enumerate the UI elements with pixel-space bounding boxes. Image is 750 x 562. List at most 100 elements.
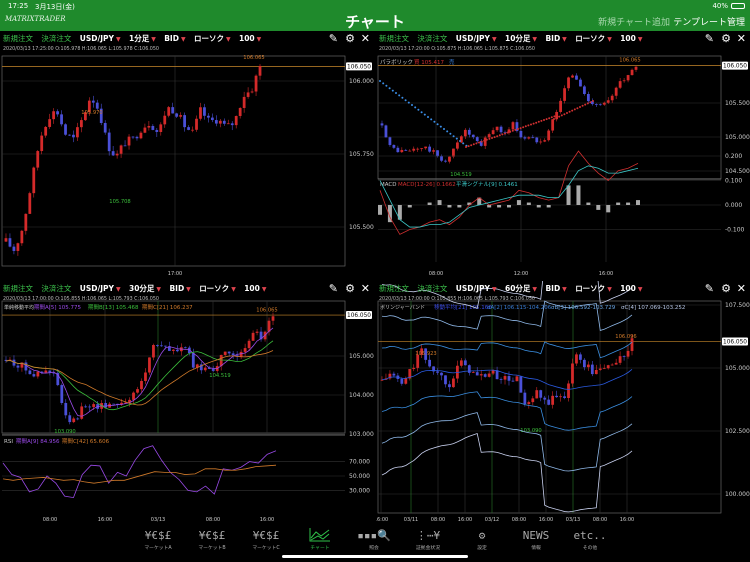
candle bbox=[606, 100, 610, 103]
macd-histogram-bar bbox=[457, 205, 462, 208]
candle bbox=[24, 213, 28, 231]
period-select[interactable]: 60分足 ▼ bbox=[505, 284, 537, 293]
settle-order-button[interactable]: 決済注文 bbox=[41, 284, 71, 293]
new-order-button[interactable]: 新規注文 bbox=[3, 34, 33, 43]
pencil-icon[interactable]: ✎ bbox=[329, 31, 338, 47]
chart-canvas[interactable]: 105.000 104.000 103.000 106.050 106.065 103.0… bbox=[0, 281, 374, 525]
new-order-button[interactable]: 新規注文 bbox=[379, 34, 409, 43]
indicator-name: 単純移動平均 bbox=[4, 304, 34, 311]
tab-9[interactable]: etc.. その他 bbox=[565, 528, 615, 551]
tab-4[interactable]: チャート bbox=[295, 528, 345, 551]
close-icon[interactable]: ✕ bbox=[737, 31, 746, 47]
candle bbox=[247, 340, 251, 349]
tab-7[interactable]: ⚙ 設定 bbox=[457, 528, 507, 551]
gear-icon[interactable]: ⚙ bbox=[721, 31, 731, 47]
sar-dot bbox=[433, 120, 436, 123]
settle-order-button[interactable]: 決済注文 bbox=[417, 34, 447, 43]
candle bbox=[547, 399, 551, 405]
dropdown-icon: ▼ bbox=[156, 286, 162, 293]
tab-8[interactable]: NEWS 情報 bbox=[511, 528, 561, 551]
period-select[interactable]: 30分足 ▼ bbox=[129, 284, 161, 293]
count-select[interactable]: 100 ▼ bbox=[620, 284, 642, 293]
macd-histogram-bar bbox=[427, 202, 432, 205]
sar-dot bbox=[573, 108, 576, 111]
sar-dot bbox=[452, 135, 455, 138]
period-select[interactable]: 10分足 ▼ bbox=[505, 34, 537, 43]
chart-canvas[interactable]: 107.500 105.000 102.500 100.000 106.050 106.0… bbox=[376, 281, 750, 525]
candle bbox=[68, 415, 72, 423]
candle bbox=[511, 122, 515, 130]
tab-3[interactable]: ¥€$£ マーケットC bbox=[241, 528, 291, 551]
tab-6[interactable]: ⋮⋯¥ 証拠金状況 bbox=[403, 528, 453, 551]
candle bbox=[76, 127, 79, 138]
y-tick-label: 105.000 bbox=[349, 353, 374, 360]
candle bbox=[448, 384, 451, 388]
ohlc-info: 2020/03/13 17:25:00 O:105.978 H:106.065 … bbox=[3, 47, 159, 52]
tab-1[interactable]: ¥€$£ マーケットA bbox=[133, 528, 183, 551]
x-tick-label: 08:00 bbox=[593, 517, 607, 523]
home-indicator bbox=[282, 555, 468, 558]
sar-dot bbox=[470, 144, 473, 147]
settle-order-button[interactable]: 決済注文 bbox=[41, 34, 71, 43]
settle-order-button[interactable]: 決済注文 bbox=[417, 284, 447, 293]
chart-type-select[interactable]: ローソク ▼ bbox=[575, 284, 612, 293]
sar-dot bbox=[571, 109, 574, 112]
add-chart-button[interactable]: 新規チャート追加 bbox=[598, 15, 670, 28]
side-select[interactable]: BID ▼ bbox=[545, 284, 566, 293]
pair-select[interactable]: USD/JPY ▼ bbox=[80, 34, 121, 43]
candle bbox=[586, 364, 590, 368]
candle bbox=[152, 345, 155, 358]
tab-2[interactable]: ¥€$£ マーケットB bbox=[187, 528, 237, 551]
count-select[interactable]: 100 ▼ bbox=[244, 284, 266, 293]
pencil-icon[interactable]: ✎ bbox=[705, 31, 714, 47]
count-select[interactable]: 100 ▼ bbox=[239, 34, 261, 43]
gear-icon[interactable]: ⚙ bbox=[345, 31, 355, 47]
pencil-icon[interactable]: ✎ bbox=[705, 281, 714, 297]
period-select[interactable]: 1分足 ▼ bbox=[129, 34, 156, 43]
new-order-button[interactable]: 新規注文 bbox=[3, 284, 33, 293]
sar-dot bbox=[391, 89, 394, 92]
close-icon[interactable]: ✕ bbox=[361, 31, 370, 47]
candle bbox=[32, 167, 36, 194]
pair-select[interactable]: USD/JPY ▼ bbox=[80, 284, 121, 293]
y-tick-label: -0.100 bbox=[725, 227, 745, 234]
template-manage-button[interactable]: テンプレート管理 bbox=[673, 15, 745, 28]
tab-5[interactable]: ▪▪▪🔍 照会 bbox=[349, 528, 399, 551]
chart-type-select[interactable]: ローソク ▼ bbox=[194, 34, 231, 43]
y-tick-label: 106.000 bbox=[349, 78, 374, 85]
pair-select[interactable]: USD/JPY ▼ bbox=[456, 284, 497, 293]
candle bbox=[487, 373, 491, 377]
candle bbox=[88, 406, 92, 408]
gear-icon[interactable]: ⚙ bbox=[345, 281, 355, 297]
candle bbox=[440, 372, 443, 376]
close-icon[interactable]: ✕ bbox=[361, 281, 370, 297]
x-tick-label: 03/13 bbox=[566, 517, 580, 523]
chart-type-select[interactable]: ローソク ▼ bbox=[199, 284, 236, 293]
period-value: 30分足 bbox=[128, 284, 155, 293]
candle bbox=[80, 406, 84, 419]
count-select[interactable]: 100 ▼ bbox=[620, 34, 642, 43]
side-select[interactable]: BID ▼ bbox=[164, 34, 185, 43]
pencil-icon[interactable]: ✎ bbox=[329, 281, 338, 297]
candle bbox=[420, 148, 424, 150]
y-tick-label: 105.000 bbox=[725, 365, 750, 372]
new-order-button[interactable]: 新規注文 bbox=[379, 284, 409, 293]
macd-histogram-bar bbox=[437, 200, 442, 205]
sar-dot bbox=[506, 131, 509, 134]
chart-type-select[interactable]: ローソク ▼ bbox=[575, 34, 612, 43]
plot-frame bbox=[1, 55, 346, 267]
chart-canvas[interactable]: 105.500 105.000 104.500 106.050 106.065 104.5… bbox=[376, 31, 750, 280]
side-select[interactable]: BID ▼ bbox=[545, 34, 566, 43]
close-icon[interactable]: ✕ bbox=[737, 281, 746, 297]
gear-icon[interactable]: ⚙ bbox=[721, 281, 731, 297]
chart-type-value: ローソク bbox=[575, 34, 606, 43]
x-tick-label: 08:00 bbox=[431, 517, 445, 523]
side-select[interactable]: BID ▼ bbox=[169, 284, 190, 293]
sar-dot bbox=[545, 118, 548, 121]
candle bbox=[238, 107, 242, 116]
candle bbox=[24, 362, 28, 371]
chart-canvas[interactable]: 106.000 105.750 105.500 106.050 106.065 105.9… bbox=[0, 31, 374, 280]
pair-select[interactable]: USD/JPY ▼ bbox=[456, 34, 497, 43]
candle bbox=[523, 137, 527, 139]
candle bbox=[210, 117, 214, 121]
